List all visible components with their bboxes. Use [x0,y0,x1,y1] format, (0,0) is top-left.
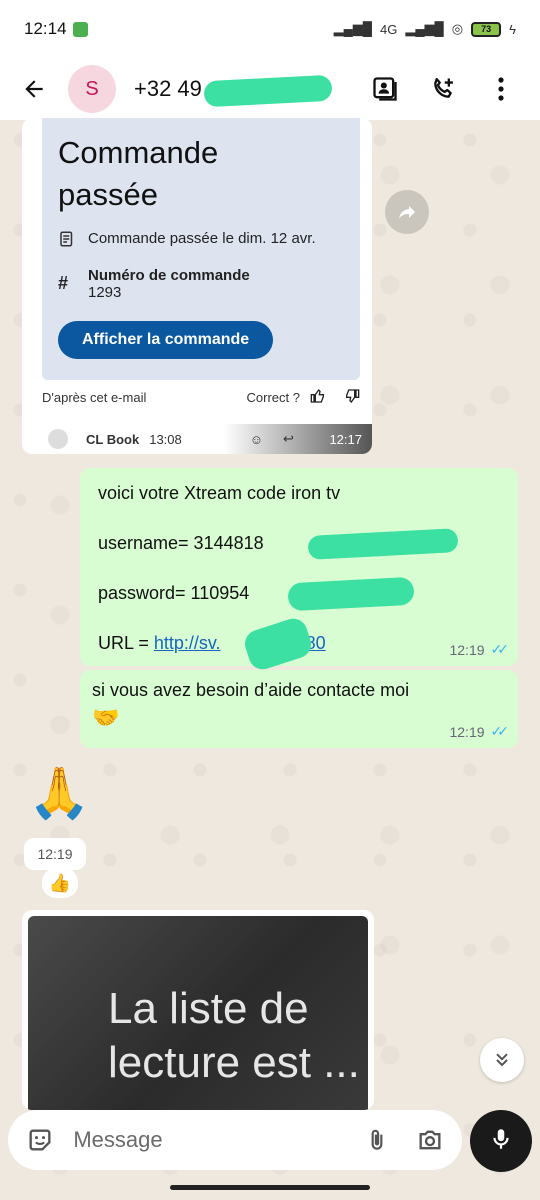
sync-icon: ◎ [451,21,464,36]
charging-icon: ϟ [509,21,516,37]
forward-icon[interactable] [385,190,429,234]
thumbs-up-icon [310,388,326,407]
emoji-react-icon: ☺ [249,431,264,447]
receipt-icon [58,230,88,253]
redaction-mark [203,74,333,108]
image-message-order[interactable]: Commande passée Commande passée le dim. … [22,118,372,454]
order-summary: Commande passée Commande passée le dim. … [42,118,360,380]
username-line: username= 3144818 [98,528,500,580]
battery-icon: 73 [471,21,502,37]
sender-name: CL Book [86,431,140,447]
url-prefix: URL = [98,633,154,653]
camera-icon[interactable] [415,1122,446,1158]
contact-number: +32 49 [134,76,202,101]
notification-icon [72,21,88,37]
sender-time: 13:08 [149,431,182,447]
order-number: 1293 [88,284,122,301]
view-order-button: Afficher la commande [58,321,274,359]
url-link[interactable]: http://sv. [154,633,221,653]
message-time: 12:19 [449,641,485,658]
outgoing-message[interactable]: si vous avez besoin d’aide contacte moi … [80,670,518,748]
hash-icon: # [58,273,69,293]
incoming-time: 12:19 [24,838,86,870]
thumbs-down-icon [344,388,360,407]
outgoing-message[interactable]: voici votre Xtream code iron tv username… [80,468,518,673]
handshake-emoji: 🤝 [92,705,120,730]
contact-card-icon[interactable] [368,72,402,106]
status-time: 12:14 [24,19,67,38]
status-bar: 12:14 ▂▄▆█ 4G ▂▄▆█ ◎ 73 ϟ [0,0,540,58]
read-ticks-icon: ✓✓ [490,641,510,657]
order-placed-row: Commande passée le dim. 12 avr. [58,230,344,253]
video-message[interactable]: La liste de lecture est ... [22,910,374,1110]
password-text: password= 110954 [98,583,250,603]
status-indicators: ▂▄▆█ 4G ▂▄▆█ ◎ 73 ϟ [334,21,516,37]
signal-icon: ▂▄▆█ [333,21,372,36]
order-number-label: Numéro de commande [88,267,250,284]
signal-icon-2: ▂▄▆█ [405,21,444,36]
scroll-to-bottom-button[interactable] [480,1038,524,1082]
message-text: si vous avez besoin d’aide contacte moi [92,680,410,700]
video-text-line2: lecture est ... [108,1038,360,1087]
message-meta: 12:19 ✓✓ [449,723,510,740]
redaction-mark [307,528,459,560]
back-arrow-icon[interactable] [14,69,54,109]
sender-avatar [48,429,68,449]
video-text-line1: La liste de [108,984,309,1033]
more-options-icon[interactable] [484,72,518,106]
email-feedback-row: D'après cet e-mail Correct ? [42,388,360,407]
network-type: 4G [380,21,398,37]
gesture-bar [170,1185,370,1190]
chat-header: S +32 49 [0,58,540,120]
message-input[interactable] [73,1127,362,1153]
correct-label: Correct ? [246,390,300,405]
email-sender-row: CL Book 13:08 ☺ ↩ 12:17 [42,424,372,454]
message-meta: 12:19 ✓✓ [449,641,510,658]
from-email-label: D'après cet e-mail [42,390,147,405]
reply-icon: ↩ [283,431,294,446]
contact-name[interactable]: +32 49 [134,74,333,108]
sticker-icon[interactable] [24,1122,55,1158]
attach-icon[interactable] [361,1122,392,1158]
reaction-badge[interactable]: 👍 [42,868,78,898]
voice-record-button[interactable] [470,1110,532,1172]
incoming-emoji-message[interactable]: 🙏 [28,768,90,818]
redaction-mark [287,576,415,612]
username-text: username= 3144818 [98,533,264,553]
read-ticks-icon: ✓✓ [490,723,510,739]
message-composer [8,1110,462,1170]
microphone-icon [488,1126,514,1157]
contact-avatar[interactable]: S [68,65,116,113]
message-time: 12:17 [329,432,362,447]
header-actions [368,72,526,106]
order-title-line1: Commande [58,135,219,170]
order-placed-text: Commande passée le dim. 12 avr. [88,230,316,247]
message-line: voici votre Xtream code iron tv [98,483,341,503]
video-thumbnail: La liste de lecture est ... [28,916,368,1110]
order-title-line2: passée [58,177,158,212]
message-time: 12:19 [449,723,485,740]
order-number-row: # Numéro de commande 1293 [58,267,344,301]
add-call-icon[interactable] [426,72,460,106]
